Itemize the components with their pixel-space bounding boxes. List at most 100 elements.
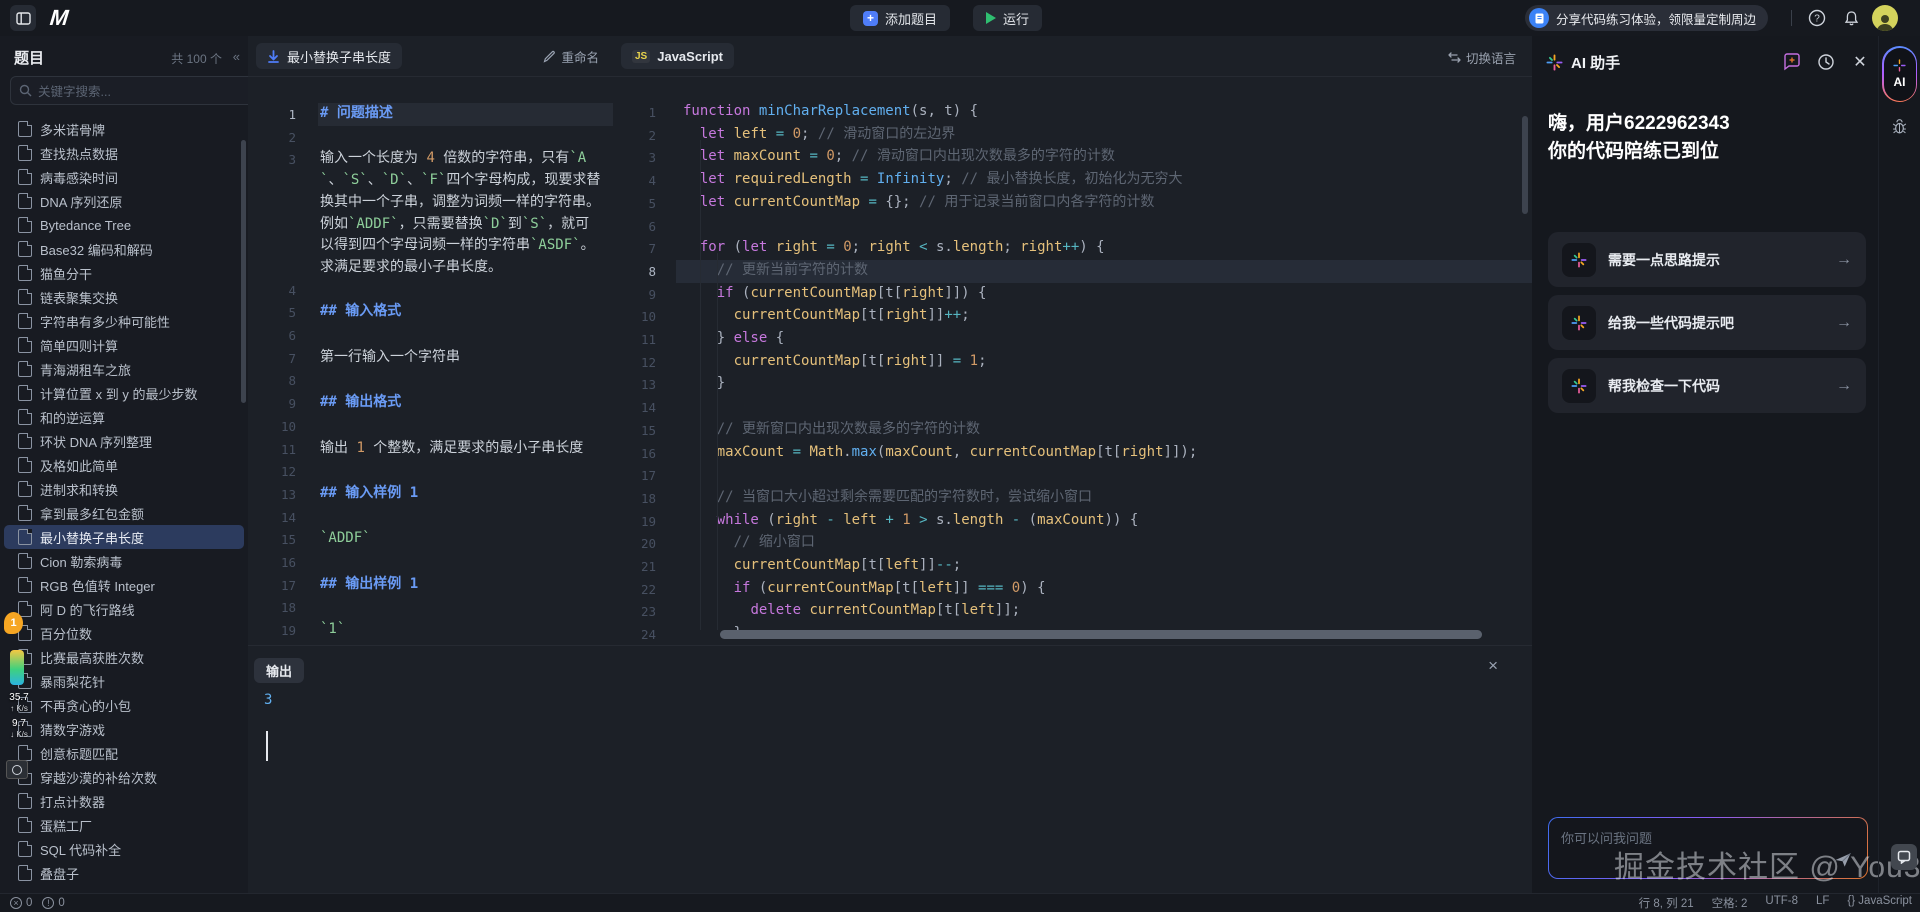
pencil-icon [543, 50, 556, 63]
add-problem-button[interactable]: + 添加题目 [850, 5, 950, 31]
line-content: currentCountMap[t[left]]--; [656, 555, 1532, 578]
sidebar-item[interactable]: 创意标题匹配 [4, 741, 244, 765]
sidebar-item[interactable]: Base32 编码和解码 [4, 237, 244, 261]
user-avatar[interactable] [1872, 5, 1898, 31]
sidebar-item[interactable]: 多米诺骨牌 [4, 117, 244, 141]
sidebar-item[interactable]: 字符串有多少种可能性 [4, 309, 244, 333]
line: 4 let requiredLength = Infinity; // 最小替换… [613, 169, 1532, 192]
sidebar-item[interactable]: 青海湖租车之旅 [4, 357, 244, 381]
sidebar-item[interactable]: 拿到最多红包金额 [4, 501, 244, 525]
sidebar-item[interactable]: 计算位置 x 到 y 的最少步数 [4, 381, 244, 405]
sidebar-item[interactable]: 环状 DNA 序列整理 [4, 429, 244, 453]
search-input[interactable]: 关键字搜索... [10, 76, 254, 105]
sidebar-item[interactable]: SQL 代码补全 [4, 837, 244, 861]
sidebar-toggle-button[interactable] [10, 5, 36, 31]
editor-vertical-scrollbar[interactable] [1522, 116, 1528, 214]
statusbar-item[interactable]: 行 8, 列 21 [1639, 895, 1694, 911]
sidebar-item[interactable]: 蛋糕工厂 [4, 813, 244, 837]
sidebar-item[interactable]: Cion 勒索病毒 [4, 549, 244, 573]
sidebar-item[interactable]: 暴雨梨花针 [4, 669, 244, 693]
close-ai-icon[interactable]: ✕ [1850, 52, 1870, 72]
sidebar-item[interactable]: 及格如此简单 [4, 453, 244, 477]
current-line: 8 // 更新当前字符的计数 [613, 260, 1532, 283]
ai-suggestion-card[interactable]: 需要一点思路提示 → [1548, 232, 1866, 287]
line-content [296, 415, 613, 438]
document-icon [18, 217, 32, 233]
sidebar-item-label: 穿越沙漠的补给次数 [40, 768, 157, 787]
sidebar-item[interactable]: 简单四则计算 [4, 333, 244, 357]
line: 14 [248, 506, 613, 529]
swap-icon [1448, 52, 1461, 63]
run-button[interactable]: 运行 [973, 5, 1042, 31]
warnings-count: 0 [58, 897, 64, 909]
history-icon[interactable] [1816, 52, 1836, 72]
ai-suggestion-card[interactable]: 给我一些代码提示吧 → [1548, 295, 1866, 350]
description-tab[interactable]: 最小替换子串长度 [256, 43, 402, 69]
sidebar-item[interactable]: 查找热点数据 [4, 141, 244, 165]
document-icon [18, 793, 32, 809]
statusbar-item[interactable]: UTF-8 [1765, 895, 1798, 911]
sidebar-item[interactable]: 和的逆运算 [4, 405, 244, 429]
sidebar-item[interactable]: 进制求和转换 [4, 477, 244, 501]
line-number: 16 [248, 551, 296, 574]
sidebar-item[interactable]: RGB 色值转 Integer [4, 573, 244, 597]
sidebar-item[interactable]: 百分位数 [4, 621, 244, 645]
sidebar-item[interactable]: 病毒感染时间 [4, 165, 244, 189]
bug-report-icon[interactable] [1891, 118, 1908, 135]
sidebar-item[interactable]: 打点计数器 [4, 789, 244, 813]
new-chat-icon[interactable] [1782, 52, 1802, 72]
sidebar-item-label: 阿 D 的飞行路线 [40, 600, 135, 619]
statusbar-item[interactable]: {} JavaScript [1847, 895, 1912, 911]
sidebar-item[interactable]: Bytedance Tree [4, 213, 244, 237]
rename-button[interactable]: 重命名 [543, 47, 599, 66]
line-number: 21 [613, 555, 656, 578]
line: 16 [248, 551, 613, 574]
camera-widget-overlay [6, 760, 28, 779]
line: 11 } else { [613, 328, 1532, 351]
statusbar-item[interactable]: LF [1816, 895, 1829, 911]
line: 6 [613, 215, 1532, 238]
output-close-icon[interactable]: × [1488, 656, 1498, 676]
help-icon[interactable]: ? [1806, 7, 1828, 29]
sidebar-item[interactable]: 比赛最高获胜次数 [4, 645, 244, 669]
sidebar-item-label: 暴雨梨花针 [40, 672, 105, 691]
rename-label: 重命名 [561, 47, 599, 66]
language-tab[interactable]: JS JavaScript [621, 43, 734, 69]
switch-language-button[interactable]: 切换语言 [1448, 48, 1516, 67]
sidebar-item-label: 最小替换子串长度 [40, 528, 144, 547]
ai-panel-title-row: AI 助手 [1546, 52, 1620, 73]
sidebar-scrollbar[interactable] [241, 140, 246, 403]
code-editor[interactable]: 1function minCharReplacement(s, t) {2 le… [613, 76, 1532, 645]
notification-bell-icon[interactable] [1840, 7, 1862, 29]
line: 19 while (right - left + 1 > s.length - … [613, 510, 1532, 533]
output-tab[interactable]: 输出 [254, 658, 304, 683]
sidebar-item[interactable]: DNA 序列还原 [4, 189, 244, 213]
line-number: 10 [613, 305, 656, 328]
sidebar-item[interactable]: 猫鱼分干 [4, 261, 244, 285]
sidebar-item[interactable]: 阿 D 的飞行路线 [4, 597, 244, 621]
statusbar-item[interactable]: 空格: 2 [1712, 895, 1748, 911]
app-logo[interactable]: M [49, 4, 86, 32]
sidebar-item[interactable]: 不再贪心的小包 [4, 693, 244, 717]
line-content: let requiredLength = Infinity; // 最小替换长度… [656, 169, 1532, 192]
sidebar-item[interactable]: 猜数字游戏 [4, 717, 244, 741]
collapse-sidebar-icon[interactable]: « [233, 49, 240, 64]
document-icon [18, 241, 32, 257]
sidebar-item[interactable]: 最小替换子串长度 [4, 525, 244, 549]
ai-suggestion-card[interactable]: 帮我检查一下代码 → [1548, 358, 1866, 413]
sidebar-item-label: 计算位置 x 到 y 的最少步数 [40, 384, 197, 403]
sidebar-item[interactable]: 链表聚集交换 [4, 285, 244, 309]
ai-header-icons: ✕ [1782, 52, 1870, 72]
line: 3输入一个长度为 4 倍数的字符串，只有`A`、`S`、`D`、`F`四个字母构… [248, 148, 613, 278]
line-content: ## 输入样例 1 [296, 483, 613, 506]
line-content: `1` [296, 619, 613, 642]
markdown-editor[interactable]: 1# 问题描述23输入一个长度为 4 倍数的字符串，只有`A`、`S`、`D`、… [248, 76, 613, 645]
sidebar-item[interactable]: 叠盘子 [4, 861, 244, 885]
sidebar-item-label: 环状 DNA 序列整理 [40, 432, 152, 451]
sidebar-item[interactable]: 穿越沙漠的补给次数 [4, 765, 244, 789]
promo-banner[interactable]: 分享代码练习体验，领限量定制周边 [1525, 5, 1768, 31]
editor-horizontal-scrollbar[interactable] [720, 630, 1482, 639]
problems-summary[interactable]: ×0 !0 [10, 897, 65, 909]
arrow-right-icon: → [1836, 314, 1852, 332]
ai-badge[interactable]: AI [1882, 46, 1917, 102]
